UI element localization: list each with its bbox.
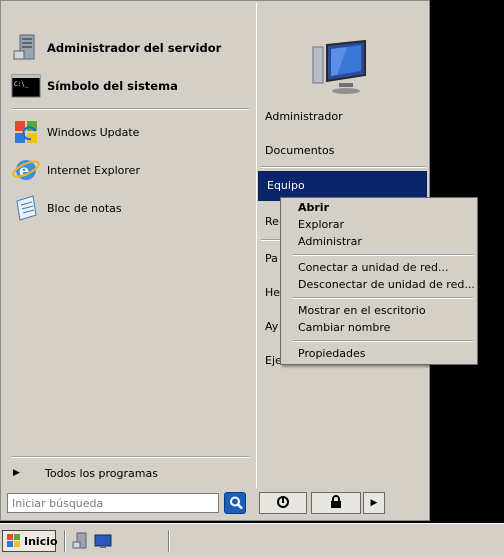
search-input[interactable]: Iniciar búsqueda	[7, 493, 219, 513]
lock-button[interactable]	[311, 492, 361, 514]
chevron-right-icon: ▶	[13, 468, 20, 478]
notepad-icon	[11, 193, 41, 223]
pinned-item-server-manager[interactable]: Administrador del servidor	[11, 31, 251, 65]
right-item-documentos[interactable]: Documentos	[265, 141, 425, 161]
context-menu-item-manage[interactable]: Administrar	[298, 234, 473, 250]
search-icon	[228, 495, 244, 514]
command-prompt-icon: C:\_	[11, 71, 41, 101]
left-pane-separator	[11, 108, 249, 110]
taskbar: Inicio	[0, 523, 504, 557]
recent-item-label: Bloc de notas	[47, 201, 122, 215]
context-menu-item-explore[interactable]: Explorar	[298, 217, 473, 233]
recent-item-windows-update[interactable]: Windows Update	[11, 115, 251, 149]
context-menu-separator	[293, 340, 473, 342]
context-menu-item-show-on-desktop[interactable]: Mostrar en el escritorio	[298, 303, 473, 319]
server-manager-quicklaunch-icon[interactable]	[72, 532, 90, 553]
windows-update-icon	[11, 117, 41, 147]
left-pane-bottom-separator	[11, 456, 249, 458]
context-menu-item-properties[interactable]: Propiedades	[298, 346, 473, 362]
chevron-right-icon: ▶	[370, 498, 378, 508]
windows-logo-icon	[7, 534, 21, 548]
right-item-label: Equipo	[267, 179, 305, 192]
recent-item-notepad[interactable]: Bloc de notas	[11, 191, 251, 225]
context-menu-item-rename[interactable]: Cambiar nombre	[298, 320, 473, 336]
all-programs-button[interactable]: ▶ Todos los programas	[11, 463, 251, 483]
taskbar-separator	[168, 530, 170, 552]
recent-item-internet-explorer[interactable]: e Internet Explorer	[11, 153, 251, 187]
pinned-item-label: Símbolo del sistema	[47, 79, 178, 93]
search-button[interactable]	[224, 492, 246, 514]
recent-item-label: Windows Update	[47, 125, 140, 139]
pinned-item-label: Administrador del servidor	[47, 41, 222, 55]
start-menu-left-pane: Administrador del servidor C:\_ Símbolo …	[3, 3, 255, 488]
taskbar-separator	[64, 530, 66, 552]
lock-icon	[329, 494, 343, 512]
context-menu-separator	[293, 297, 473, 299]
context-menu-separator	[293, 254, 473, 256]
context-menu-item-map-drive[interactable]: Conectar a unidad de red...	[298, 260, 473, 276]
power-button[interactable]	[259, 492, 307, 514]
context-menu-item-open[interactable]: Abrir	[298, 200, 473, 216]
start-button-label: Inicio	[24, 534, 58, 548]
right-pane-separator	[261, 166, 425, 168]
svg-text:C:\_: C:\_	[14, 81, 29, 88]
show-desktop-icon[interactable]	[94, 532, 112, 553]
pinned-item-command-prompt[interactable]: C:\_ Símbolo del sistema	[11, 69, 251, 103]
internet-explorer-icon: e	[11, 155, 41, 185]
shutdown-options-button[interactable]: ▶	[363, 492, 385, 514]
context-menu-item-disconnect-drive[interactable]: Desconectar de unidad de red...	[298, 277, 475, 293]
server-manager-icon	[11, 33, 41, 63]
computer-monitor-icon	[309, 39, 373, 97]
power-icon	[276, 495, 290, 512]
start-button[interactable]: Inicio	[2, 530, 58, 552]
context-menu: Abrir Explorar Administrar Conectar a un…	[280, 197, 478, 365]
all-programs-label: Todos los programas	[45, 466, 158, 480]
right-item-administrador[interactable]: Administrador	[265, 107, 425, 127]
recent-item-label: Internet Explorer	[47, 163, 140, 177]
